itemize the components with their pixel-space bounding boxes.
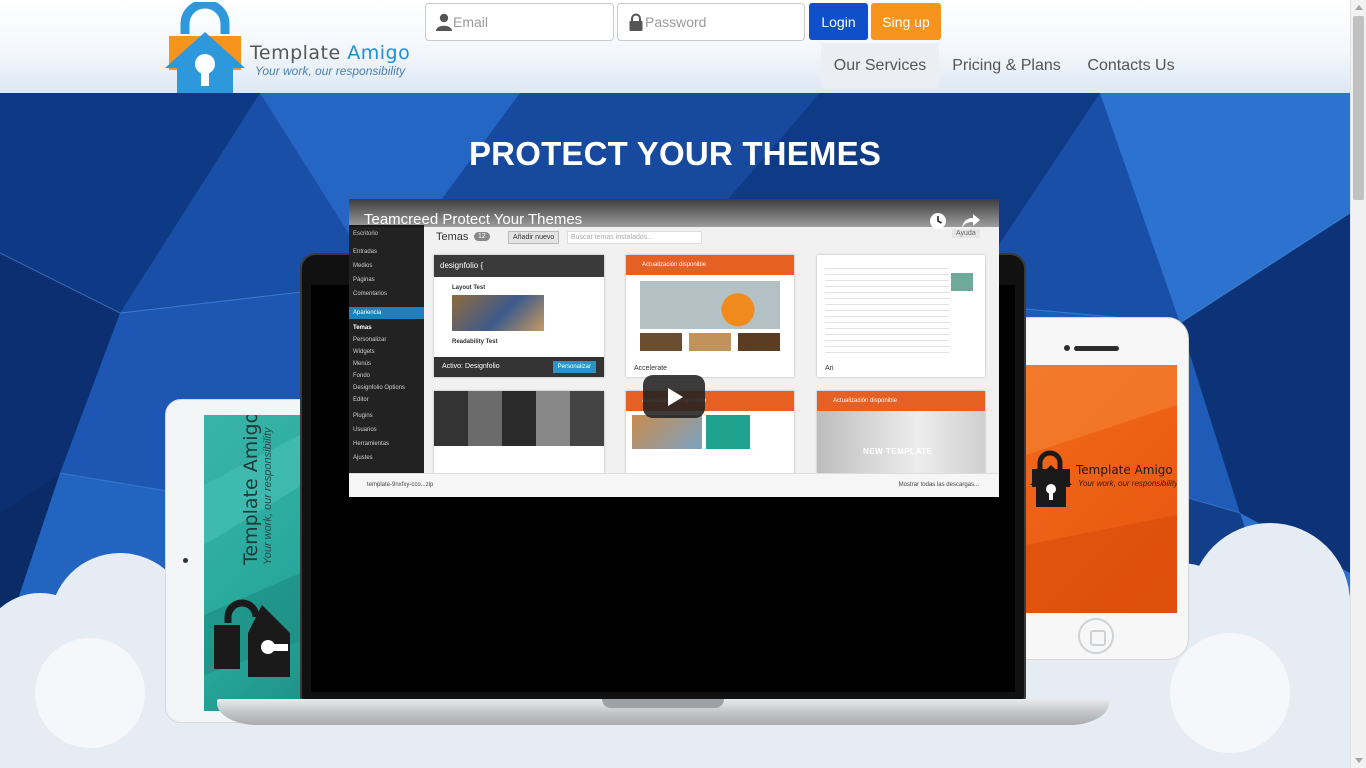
wp-menu-item: Usuarios — [353, 427, 377, 433]
nav-item-contacts-us[interactable]: Contacts Us — [1075, 43, 1187, 88]
tablet-tagline: Your work, our responsibility — [262, 427, 274, 565]
theme-card-ari: Ari — [817, 255, 985, 377]
wp-menu-item: Medios — [353, 263, 373, 269]
wp-submenu-item: Menús — [353, 361, 372, 367]
user-icon — [436, 13, 452, 31]
share-icon[interactable] — [961, 212, 981, 230]
ari-preview — [825, 263, 949, 353]
wp-menu-item: Comentarios — [353, 291, 388, 297]
password-field[interactable] — [617, 3, 805, 41]
photo-grid-preview — [434, 391, 604, 446]
theme-card-designfolio: designfolio { Layout Test Readability Te… — [434, 255, 604, 377]
page-scrollbar[interactable] — [1350, 0, 1366, 768]
nav-item-pricing-plans[interactable]: Pricing & Plans — [943, 43, 1070, 88]
phone-device: Template Amigo Your work, our responsibi… — [1005, 317, 1189, 660]
orange-fruit-image — [640, 281, 780, 329]
lock-icon — [629, 13, 643, 31]
ari-sidebar-preview — [951, 273, 973, 291]
theme-name: Accelerate — [634, 365, 668, 372]
wp-theme-count: 12 — [474, 232, 490, 241]
readability-test-label: Readability Test — [452, 339, 498, 345]
wp-menu-item: Herramientas — [353, 441, 390, 447]
theme-card-photo — [434, 391, 604, 475]
brand-name: Template Amigo — [250, 42, 411, 64]
wp-menu-item: Plugins — [353, 413, 373, 419]
laptop-notch — [602, 699, 724, 708]
wp-submenu-item: Widgets — [353, 349, 375, 355]
layout-test-label: Layout Test — [452, 285, 486, 291]
wp-submenu-item: Fondo — [353, 373, 371, 379]
login-button[interactable]: Login — [809, 3, 868, 40]
video-player[interactable]: Escritorio Entradas Medios Páginas Comen… — [349, 199, 999, 497]
scroll-up-arrow-icon[interactable] — [1355, 5, 1363, 10]
email-field[interactable] — [425, 3, 614, 41]
site-header: Template Amigo Your work, our responsibi… — [0, 0, 1350, 96]
laptop-base — [217, 699, 1109, 725]
padlock-house-icon — [1026, 365, 1177, 613]
wp-search-box: Buscar temas instalados... — [567, 231, 702, 244]
wp-menu-item: Ajustes — [353, 455, 373, 461]
video-title[interactable]: Teamcreed Protect Your Themes — [364, 211, 582, 228]
designfolio-logo: designfolio { — [440, 261, 484, 270]
teal-panel — [706, 415, 750, 449]
phone-brand: Template Amigo — [1076, 463, 1173, 477]
wp-menu-item: Entradas — [353, 249, 378, 255]
wp-add-new-button: Añadir nuevo — [508, 231, 560, 244]
new-template-label: NEW TEMPLATE — [863, 447, 933, 456]
watch-later-icon[interactable] — [929, 212, 947, 230]
download-file: template-9nxfxy-cco...zip — [367, 482, 434, 488]
scrollbar-thumb[interactable] — [1353, 16, 1364, 200]
customize-button: Personalizar — [552, 361, 596, 373]
update-banner: Actualización disponible — [626, 255, 794, 275]
wp-submenu-item: Temas — [353, 325, 372, 331]
wp-page-heading: Temas — [436, 231, 469, 243]
download-bar: template-9nxfxy-cco...zip Mostrar todas … — [349, 473, 999, 497]
nav-item-our-services[interactable]: Our Services — [821, 43, 939, 88]
phone-speaker — [1074, 346, 1119, 351]
phone-screen: Template Amigo Your work, our responsibi… — [1026, 365, 1177, 613]
phone-home-button — [1078, 618, 1114, 654]
theme-card-accelerate: Actualización disponible Accelerate — [626, 255, 794, 377]
email-input[interactable] — [453, 4, 608, 40]
wp-admin-sidebar: Escritorio Entradas Medios Páginas Comen… — [349, 225, 424, 481]
password-input[interactable] — [645, 4, 799, 40]
new-template-image — [817, 411, 985, 475]
brand-logo[interactable]: Template Amigo Your work, our responsibi… — [165, 2, 410, 98]
scroll-down-arrow-icon[interactable] — [1355, 758, 1363, 763]
wp-submenu-item: Editor — [353, 397, 369, 403]
play-button[interactable] — [643, 375, 705, 418]
padlock-house-icon — [165, 2, 245, 96]
hero-title: PROTECT YOUR THEMES — [468, 135, 882, 172]
car-thumbnail — [452, 295, 544, 331]
wp-admin-main: Temas 12 Añadir nuevo Buscar temas insta… — [424, 225, 999, 481]
show-downloads-link: Mostrar todas las descargas... — [898, 482, 979, 488]
theme-card-new-template: Actualización disponible NEW TEMPLATE — [817, 391, 985, 475]
tablet-brand: Template Amigo — [240, 415, 262, 565]
thumbnail-row — [640, 333, 780, 351]
update-banner: Actualización disponible — [817, 391, 985, 411]
wp-submenu-item: Designfolio Options — [353, 385, 406, 391]
wp-menu-item-active: Apariencia — [349, 307, 424, 319]
phone-tagline: Your work, our responsibility — [1078, 479, 1177, 488]
wp-help-tab: Ayuda — [952, 229, 980, 238]
venice-image — [632, 415, 702, 449]
phone-camera — [1064, 345, 1070, 351]
theme-name: Ari — [825, 365, 834, 372]
brand-tagline: Your work, our responsibility — [255, 64, 406, 78]
wp-menu-item: Escritorio — [353, 231, 379, 237]
signup-button[interactable]: Sing up — [871, 3, 941, 40]
tablet-camera — [183, 558, 188, 563]
wp-menu-item: Páginas — [353, 277, 375, 283]
wp-submenu-item: Personalizar — [353, 337, 387, 343]
